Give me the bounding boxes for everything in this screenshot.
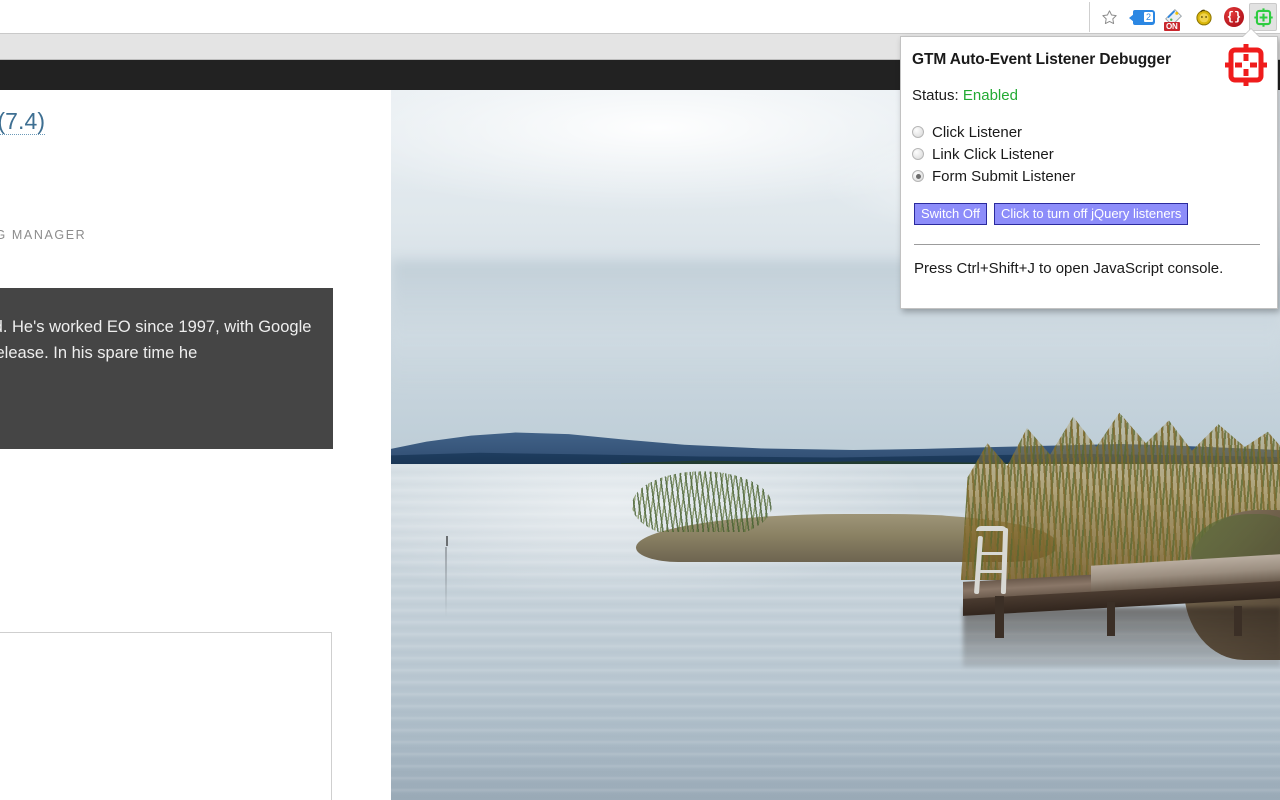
popup-button-row: Switch Off Click to turn off jQuery list… xyxy=(912,203,1263,225)
gtm-crosshair-glyph xyxy=(1253,7,1273,27)
radio-dot-icon[interactable] xyxy=(912,170,924,182)
radio-label: Click Listener xyxy=(932,123,1023,141)
photo-stick-reflection xyxy=(445,547,447,617)
photo-pier-post-3 xyxy=(1234,606,1242,636)
photo-pier-post-1 xyxy=(995,596,1004,638)
radio-dot-icon[interactable] xyxy=(912,126,924,138)
console-hint-text: Press Ctrl+Shift+J to open JavaScript co… xyxy=(914,260,1224,277)
radio-label: Form Submit Listener xyxy=(932,167,1076,185)
status-row: Status: Enabled xyxy=(912,87,1263,104)
comment-textarea[interactable] xyxy=(0,632,332,800)
gtm-logo-glyph xyxy=(1225,44,1267,86)
tag-assistant-icon[interactable]: ON xyxy=(1159,1,1189,33)
popup-pointer-arrow xyxy=(1243,29,1259,37)
photo-pier-reflection xyxy=(963,607,1280,667)
radio-click-listener[interactable]: Click Listener xyxy=(912,121,1263,143)
jquery-listeners-button[interactable]: Click to turn off jQuery listeners xyxy=(994,203,1189,225)
post-title: g Manager (7.4) xyxy=(0,108,340,135)
article-column: g Manager (7.4) NT, GOOGLE TAG MANAGER e… xyxy=(0,90,333,800)
status-value: Enabled xyxy=(962,87,1018,104)
radio-dot-icon[interactable] xyxy=(912,148,924,160)
author-bio-text: ector at NetBooster Finland. He's worked… xyxy=(0,318,312,362)
photo-pier-post-2 xyxy=(1107,602,1115,636)
photo-stick xyxy=(446,536,448,546)
star-glyph xyxy=(1102,9,1117,24)
tag-badge-icon[interactable]: 2 xyxy=(1129,1,1159,33)
radio-form-submit-listener[interactable]: Form Submit Listener xyxy=(912,165,1263,187)
tag-badge-shape: 2 xyxy=(1129,9,1155,25)
radio-label: Link Click Listener xyxy=(932,145,1054,163)
browser-window: 2 ON {} (7.4) G MANAGER . He's worked EO… xyxy=(0,0,1280,800)
popup-divider xyxy=(914,244,1260,245)
browser-toolbar: 2 ON {} xyxy=(0,0,1280,34)
gtm-debugger-icon[interactable] xyxy=(1249,3,1277,31)
json-viewer-glyph: {} xyxy=(1224,7,1244,27)
listener-radio-group[interactable]: Click Listener Link Click Listener Form … xyxy=(912,121,1263,187)
photo-pier-ladder xyxy=(973,522,1032,595)
post-version-link[interactable]: (7.4) xyxy=(0,108,46,135)
popup-title: GTM Auto-Event Listener Debugger xyxy=(912,51,1171,68)
honey-glyph xyxy=(1196,9,1212,26)
post-categories[interactable]: NT, GOOGLE TAG MANAGER xyxy=(0,228,340,242)
honey-icon[interactable] xyxy=(1189,1,1219,33)
radio-link-click-listener[interactable]: Link Click Listener xyxy=(912,143,1263,165)
gtm-debugger-popup: GTM Auto-Event Listener Debugger Status:… xyxy=(900,36,1278,309)
bookmark-star-icon[interactable] xyxy=(1089,2,1129,32)
tag-assistant-on-label: ON xyxy=(1164,22,1180,31)
switch-off-button[interactable]: Switch Off xyxy=(914,203,988,225)
status-label: Status: xyxy=(912,87,959,104)
gtm-crosshair-logo-icon xyxy=(1223,42,1269,88)
tag-badge-count: 2 xyxy=(1143,12,1153,22)
author-bio-box: ector at NetBooster Finland. He's worked… xyxy=(0,288,333,449)
